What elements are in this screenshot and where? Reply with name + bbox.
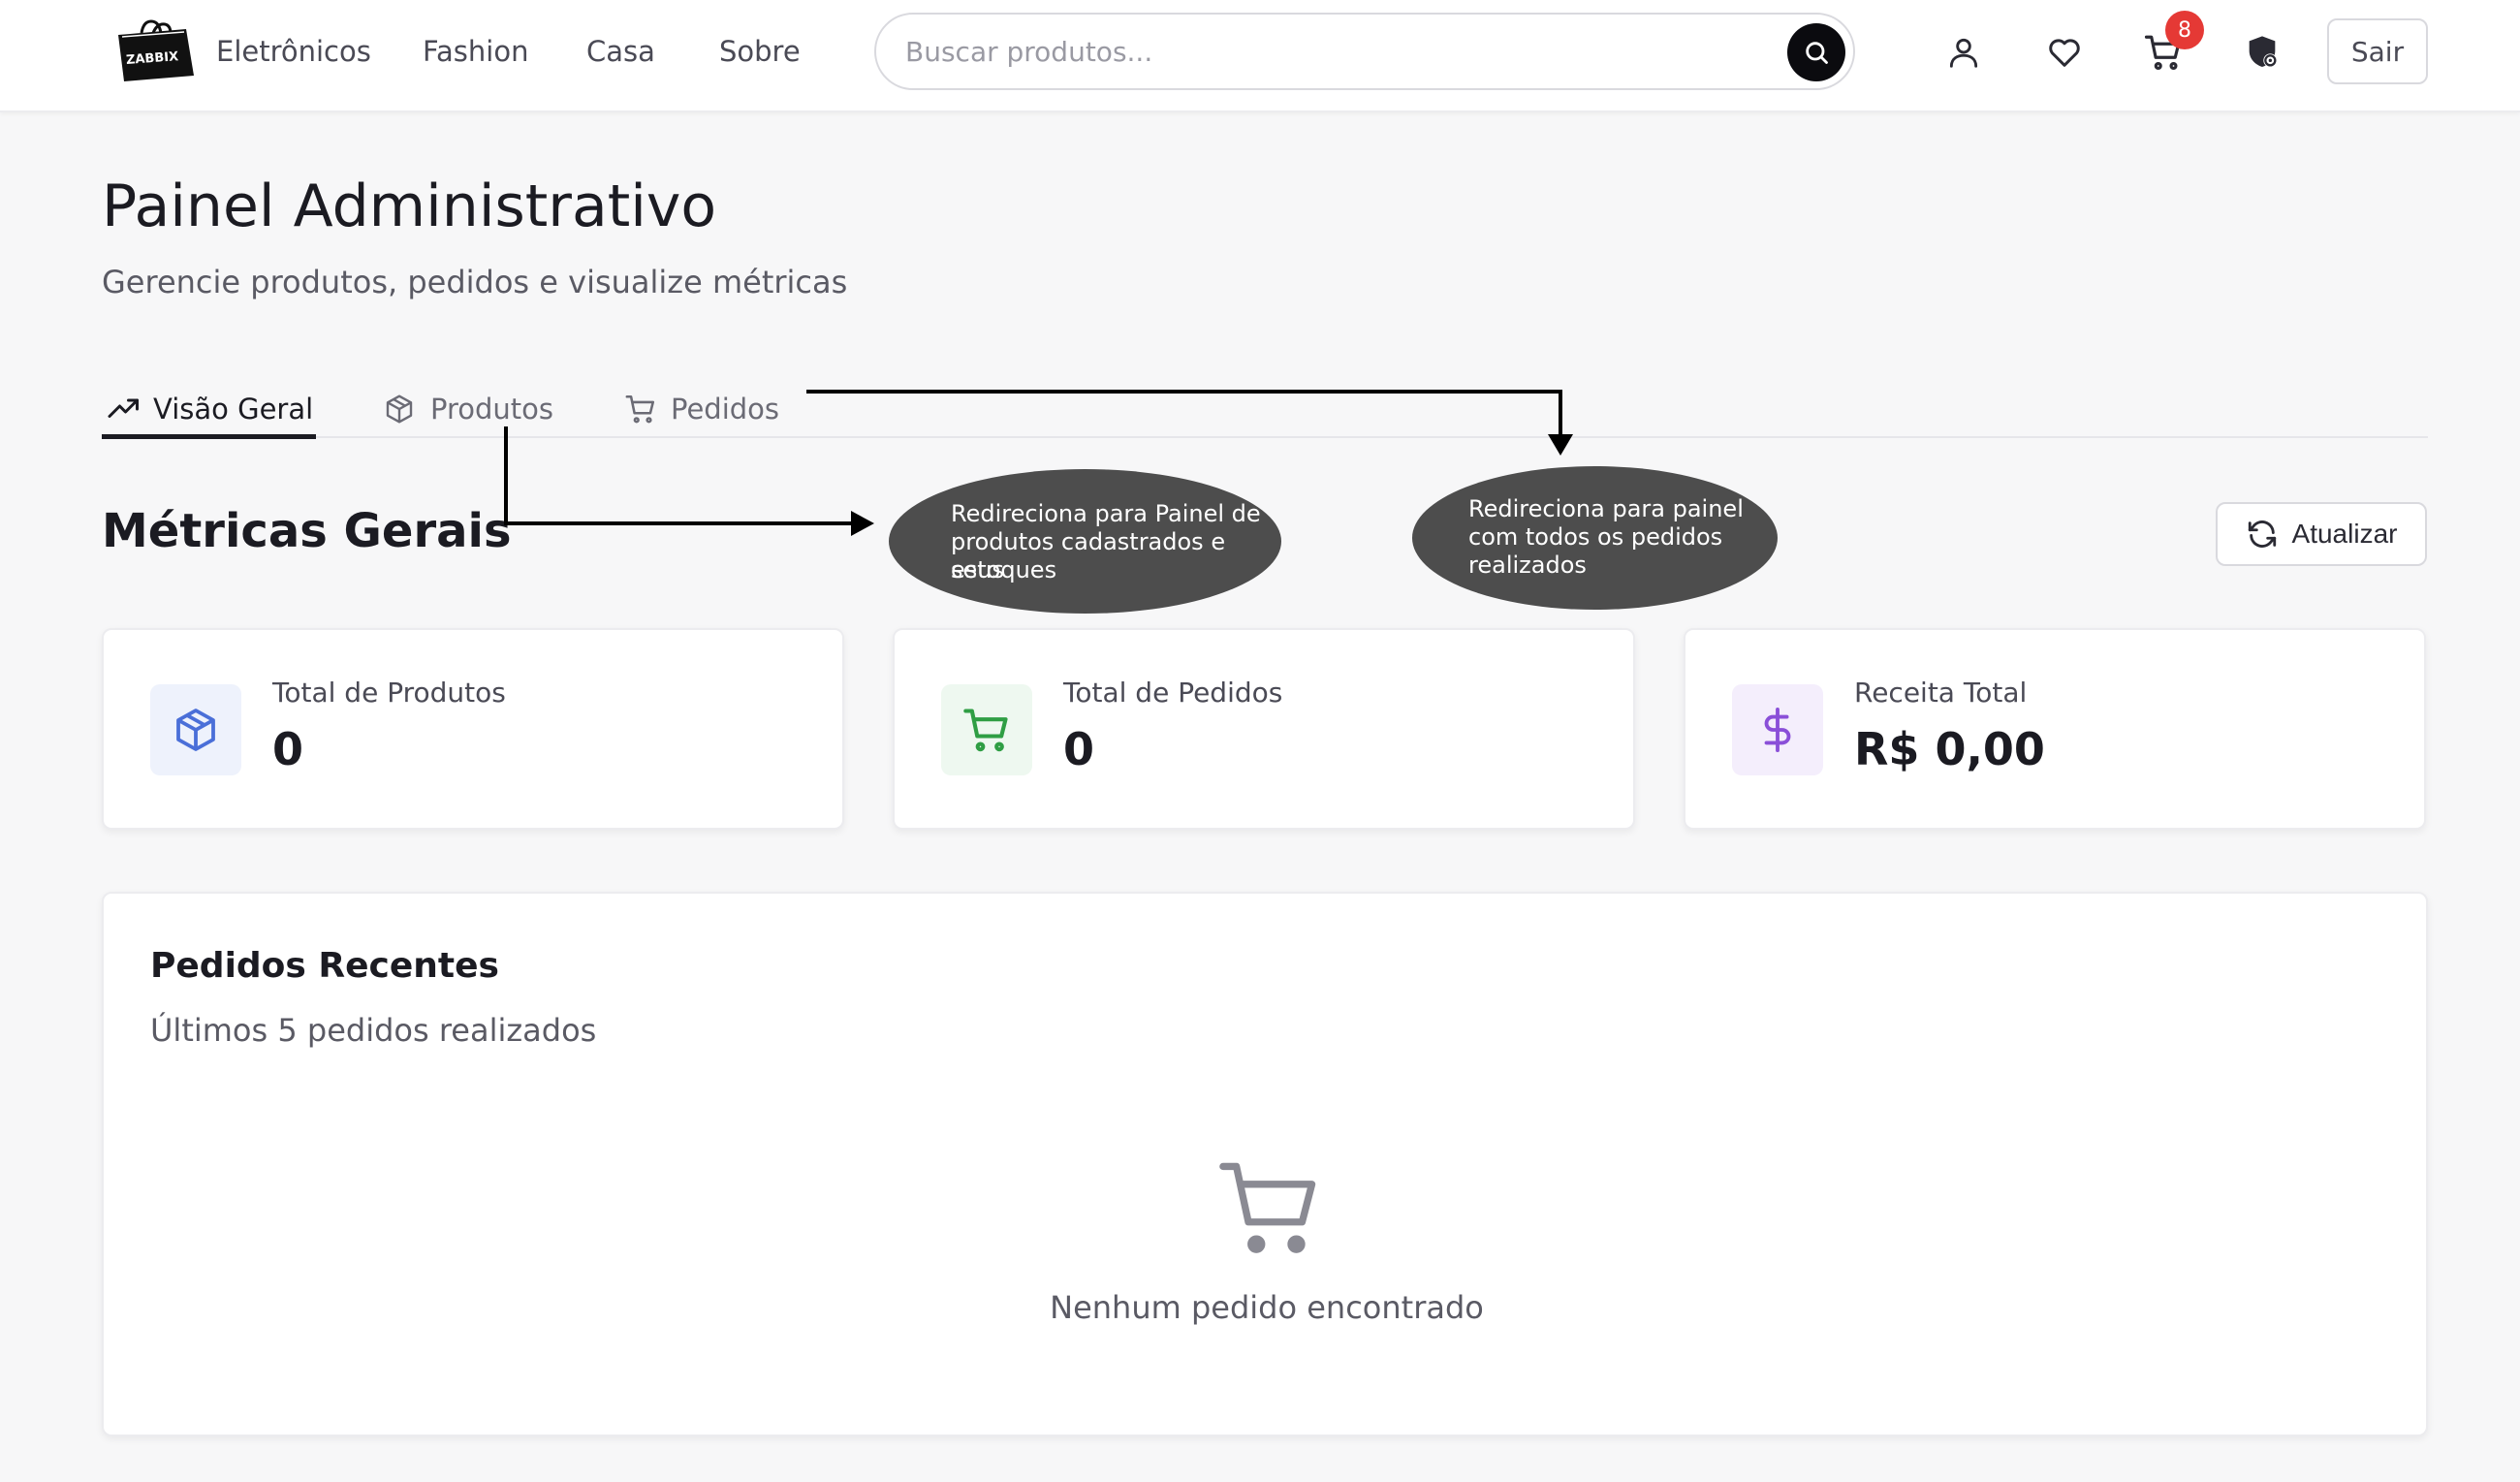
search-input[interactable] [905, 30, 1758, 73]
metric-card-total-pedidos: Total de Pedidos 0 [893, 628, 1635, 830]
heart-icon[interactable] [2041, 29, 2088, 76]
refresh-button[interactable]: Atualizar [2216, 502, 2427, 566]
search-button[interactable] [1787, 23, 1845, 81]
annotation-orders-callout: Redireciona para painel com todos os ped… [1412, 466, 1778, 610]
zabbix-bag-logo[interactable]: ZABBIX [114, 19, 196, 83]
nav-link-eletronicos[interactable]: Eletrônicos [216, 35, 371, 68]
nav-link-fashion[interactable]: Fashion [423, 35, 528, 68]
tab-label: Visão Geral [153, 393, 314, 426]
cart-icon [941, 684, 1032, 775]
empty-orders-message: Nenhum pedido encontrado [1050, 1289, 1484, 1326]
recent-orders-subtitle: Últimos 5 pedidos realizados [150, 1012, 597, 1049]
annotation-line: Redireciona para painel [1468, 495, 1744, 522]
annotation-line: com todos os pedidos [1468, 523, 1723, 551]
metric-value: 0 [272, 723, 304, 775]
tab-produtos[interactable]: Produtos [384, 382, 553, 436]
cart-count-badge: 8 [2165, 11, 2204, 49]
page-subtitle: Gerencie produtos, pedidos e visualize m… [102, 264, 848, 300]
metric-value: R$ 0,00 [1854, 723, 2045, 775]
metrics-section-title: Métricas Gerais [102, 504, 512, 558]
recent-orders-panel: Pedidos Recentes Últimos 5 pedidos reali… [102, 892, 2428, 1436]
search-icon [1803, 39, 1830, 66]
active-tab-indicator [102, 434, 316, 439]
annotation-line: estoques [951, 556, 1057, 583]
admin-shield-icon[interactable] [2239, 29, 2285, 76]
metric-card-receita-total: Receita Total R$ 0,00 [1684, 628, 2426, 830]
metric-value: 0 [1063, 723, 1095, 775]
metric-label: Total de Produtos [272, 677, 506, 709]
package-icon [384, 392, 419, 426]
nav-link-casa[interactable]: Casa [586, 35, 655, 68]
annotation-line: Redireciona para Painel de [951, 500, 1261, 527]
page-title: Painel Administrativo [102, 173, 717, 240]
trending-up-icon [107, 392, 142, 426]
tab-label: Produtos [430, 393, 554, 426]
tab-label: Pedidos [671, 393, 780, 426]
dollar-icon [1732, 684, 1823, 775]
metric-label: Total de Pedidos [1063, 677, 1283, 709]
tab-visao-geral[interactable]: Visão Geral [107, 382, 313, 436]
tabs-divider [102, 436, 2428, 438]
user-icon[interactable] [1940, 29, 1987, 76]
package-icon [150, 684, 241, 775]
logout-button[interactable]: Sair [2327, 18, 2428, 84]
metric-card-total-produtos: Total de Produtos 0 [102, 628, 844, 830]
recent-orders-title: Pedidos Recentes [150, 946, 499, 986]
empty-cart-icon [1216, 1155, 1323, 1262]
annotation-line: realizados [1468, 552, 1587, 579]
top-navbar: ZABBIX Eletrônicos Fashion Casa Sobre 8 … [0, 0, 2520, 112]
cart-icon [624, 392, 659, 426]
refresh-icon [2246, 518, 2279, 551]
refresh-label: Atualizar [2291, 519, 2398, 549]
search-bar [874, 13, 1855, 90]
metric-label: Receita Total [1854, 677, 2028, 709]
tab-pedidos[interactable]: Pedidos [624, 382, 779, 436]
nav-link-sobre[interactable]: Sobre [719, 35, 801, 68]
annotation-products-callout: Redireciona para Painel de produtos cada… [889, 469, 1281, 614]
